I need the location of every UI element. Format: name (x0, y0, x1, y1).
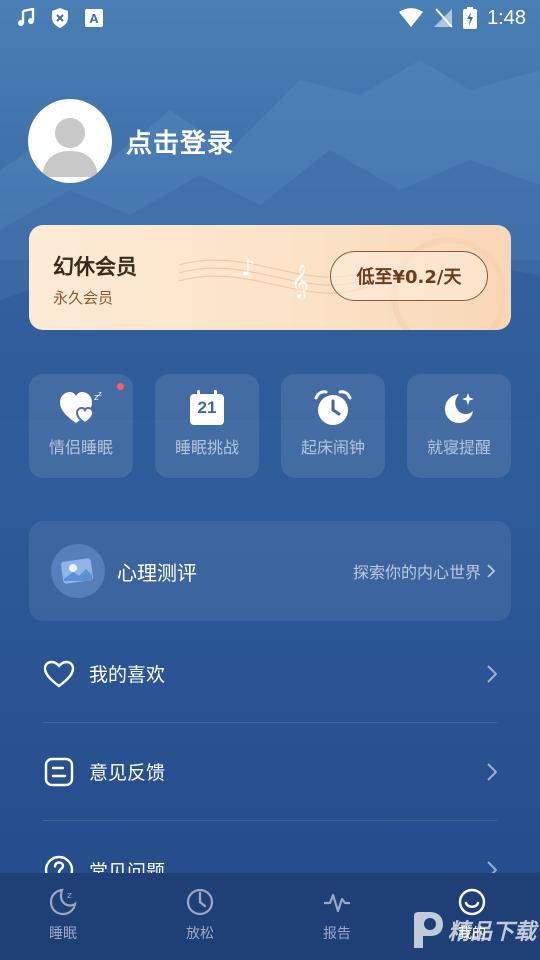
sleep-moon-icon: z (48, 887, 78, 917)
svg-text:𝄞: 𝄞 (291, 264, 309, 300)
watermark-p-icon (413, 912, 443, 948)
watermark-logo: 精品下载 (410, 910, 536, 950)
shortcut-couple-sleep[interactable]: z z 情侣睡眠 (29, 374, 133, 478)
svg-text:z: z (67, 891, 72, 901)
vip-card[interactable]: ♪ 𝄞 幻休会员 永久会员 低至¥0.2/天 (29, 225, 511, 330)
psychology-image-icon (51, 544, 105, 598)
login-label[interactable]: 点击登录 (126, 123, 234, 160)
shield-x-icon (50, 7, 70, 29)
shortcut-label: 睡眠挑战 (174, 438, 239, 457)
nav-tab-sleep[interactable]: z 睡眠 (48, 887, 78, 943)
relax-dial-icon (185, 887, 215, 917)
status-bar: A 1:48 (0, 0, 540, 36)
shortcut-sleep-challenge[interactable]: 21 睡眠挑战 (155, 374, 259, 478)
menu-label: 我的喜欢 (89, 664, 166, 686)
watermark-text: 精品下载 (447, 920, 536, 945)
psychology-test-entry[interactable]: 心理测评 探索你的内心世界 (29, 521, 511, 621)
shortcut-bedtime-reminder[interactable]: 就寝提醒 (407, 374, 511, 478)
svg-text:A: A (89, 11, 99, 26)
chevron-right-icon (487, 664, 497, 683)
chevron-right-icon (487, 762, 497, 781)
shortcut-alarm[interactable]: 起床闹钟 (281, 374, 385, 478)
profile-login[interactable]: 点击登录 (28, 99, 234, 183)
notification-badge (117, 383, 124, 390)
avatar[interactable] (28, 99, 112, 183)
menu-label: 意见反馈 (89, 762, 166, 784)
calendar-day-number: 21 (197, 398, 217, 417)
battery-charging-icon (463, 7, 478, 29)
vip-title: 幻休会员 (53, 255, 137, 279)
music-note-icon (16, 8, 36, 28)
nav-label: 报告 (323, 926, 351, 942)
wifi-icon (399, 8, 424, 28)
report-pulse-icon (322, 887, 352, 917)
moon-star-icon (441, 390, 477, 426)
svg-text:♪: ♪ (241, 256, 255, 281)
vip-subtitle: 永久会员 (53, 289, 114, 307)
default-user-icon (42, 118, 98, 177)
menu-item-favorites[interactable]: 我的喜欢 (43, 625, 497, 723)
nav-tab-relax[interactable]: 放松 (185, 887, 215, 943)
nav-label: 睡眠 (49, 926, 77, 942)
heart-outline-icon (43, 660, 75, 688)
shortcut-label: 就寝提醒 (426, 438, 491, 457)
psychology-subtitle: 探索你的内心世界 (353, 559, 495, 583)
couple-sleep-heart-icon: z z (59, 390, 103, 426)
menu-item-feedback[interactable]: 意见反馈 (43, 723, 497, 821)
psychology-subtitle-text: 探索你的内心世界 (352, 563, 481, 582)
feedback-icon (43, 756, 75, 788)
mountain-background (0, 60, 540, 420)
bottom-navigation: z 睡眠 放松 报告 我的 精品下载 (0, 873, 540, 960)
alarm-clock-icon (313, 390, 353, 426)
svg-text:z: z (98, 390, 102, 398)
vip-price-button[interactable]: 低至¥0.2/天 (330, 251, 488, 301)
nav-tab-report[interactable]: 报告 (322, 887, 352, 943)
shortcut-grid: z z 情侣睡眠 21 睡眠挑战 起床闹钟 就寝提醒 (29, 374, 511, 478)
no-signal-icon (433, 8, 453, 28)
shortcut-label: 起床闹钟 (300, 438, 365, 457)
chevron-right-icon (487, 564, 495, 578)
clock: 1:48 (487, 6, 526, 29)
calendar-21-icon: 21 (189, 390, 225, 426)
nav-label: 放松 (186, 926, 214, 942)
psychology-title: 心理测评 (117, 560, 197, 585)
shortcut-label: 情侣睡眠 (48, 438, 113, 457)
text-a-icon: A (84, 8, 104, 28)
